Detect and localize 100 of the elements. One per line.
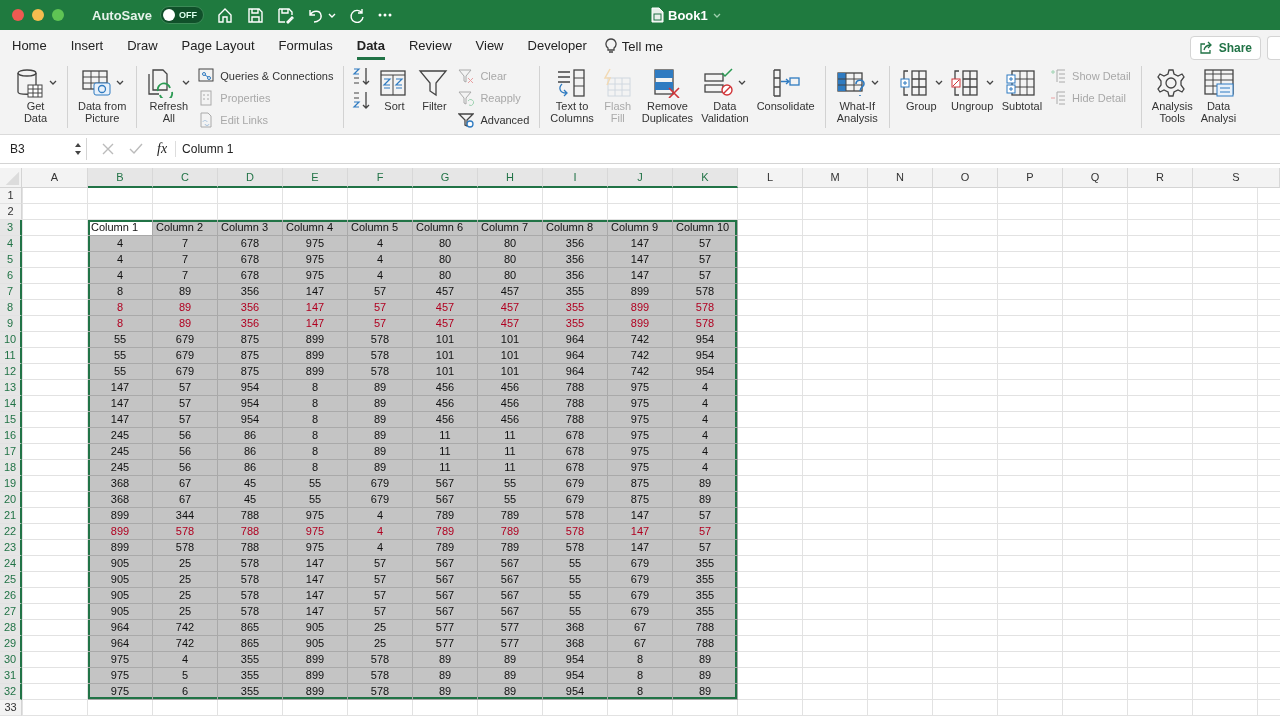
table-cell: 147 [283,572,348,588]
row-header[interactable]: 26 [0,588,22,604]
row-header[interactable]: 7 [0,284,22,300]
row-header[interactable]: 19 [0,476,22,492]
subtotal-button[interactable]: Subtotal [999,66,1045,112]
redo-icon [347,6,366,24]
column-header[interactable]: Q [1063,168,1128,188]
column-header[interactable]: G [413,168,478,188]
row-header[interactable]: 15 [0,412,22,428]
sort-button[interactable]: Sort [376,66,413,112]
column-header[interactable]: M [803,168,868,188]
ribbon-tab[interactable]: Draw [127,32,158,60]
column-header[interactable]: R [1128,168,1193,188]
column-header[interactable]: L [738,168,803,188]
table-cell: 8 [283,380,348,396]
column-header[interactable]: I [543,168,608,188]
column-header[interactable]: J [608,168,673,188]
table-cell: 67 [153,476,218,492]
ribbon-tab[interactable]: Insert [70,32,104,60]
minimize-button[interactable] [32,9,44,21]
group-button[interactable]: Group [897,66,945,112]
data-validation-button[interactable]: Data Validation [699,66,751,124]
column-header[interactable]: K [673,168,738,188]
insert-function-button[interactable]: fx [157,141,177,157]
autosave-toggle[interactable]: OFF [159,6,204,24]
zoom-button[interactable] [52,9,64,21]
ribbon-tab[interactable]: Developer [527,32,587,60]
refresh-button[interactable]: Refresh All [145,66,193,124]
consolidate-button[interactable]: Consolidate [754,66,817,112]
text-to-columns-button[interactable]: Text to Columns [548,66,596,124]
row-header[interactable]: 9 [0,316,22,332]
ribbon-tab[interactable]: Formulas [278,32,333,60]
row-header[interactable]: 5 [0,252,22,268]
close-button[interactable] [12,9,24,21]
row-header[interactable]: 18 [0,460,22,476]
row-header[interactable]: 32 [0,684,22,700]
ribbon-tab[interactable]: Page Layout [181,32,255,60]
advanced-filter-button[interactable]: Advanced [456,110,532,130]
row-header[interactable]: 20 [0,492,22,508]
data-analysis-button[interactable]: Data Analysi [1198,66,1239,124]
row-header[interactable]: 2 [0,204,22,220]
ribbon-tab[interactable]: Review [408,32,452,60]
row-header[interactable]: 14 [0,396,22,412]
row-header[interactable]: 13 [0,380,22,396]
table-cell: 679 [153,348,218,364]
column-header[interactable]: F [348,168,413,188]
column-header[interactable]: O [933,168,998,188]
column-header[interactable]: H [478,168,543,188]
row-header[interactable]: 27 [0,604,22,620]
connections-button[interactable]: Queries & Connections [196,66,336,86]
row-header[interactable]: 11 [0,348,22,364]
remove-duplicates-button[interactable]: Remove Duplicates [639,66,696,124]
row-header[interactable]: 1 [0,188,22,204]
table-cell: 55 [88,348,153,364]
row-header[interactable]: 12 [0,364,22,380]
settings-button[interactable]: Analysis Tools [1149,66,1195,124]
column-header[interactable]: B [88,168,153,188]
row-header[interactable]: 17 [0,444,22,460]
table-cell: 57 [673,268,738,284]
column-header[interactable]: A [22,168,88,188]
row-header[interactable]: 10 [0,332,22,348]
table-cell: 89 [413,652,478,668]
filter-button[interactable]: Filter [416,66,453,112]
row-header[interactable]: 4 [0,236,22,252]
table-cell: 356 [218,316,283,332]
share-button[interactable]: Share [1189,36,1261,60]
table-cell: 355 [543,316,608,332]
column-header[interactable]: S [1193,168,1280,188]
formula-field[interactable]: Column 1 [182,142,1280,156]
name-box[interactable]: B3 [4,138,87,160]
header-cell: Column 7 [478,220,543,236]
picture-table-button[interactable]: Data from Picture [76,66,129,124]
column-header[interactable]: E [283,168,348,188]
row-header[interactable]: 24 [0,556,22,572]
row-header[interactable]: 30 [0,652,22,668]
row-header[interactable]: 31 [0,668,22,684]
column-header[interactable]: C [153,168,218,188]
ungroup-button[interactable]: Ungroup [948,66,996,112]
row-header[interactable]: 29 [0,636,22,652]
table-cell: 788 [543,380,608,396]
row-header[interactable]: 33 [0,700,22,716]
row-header[interactable]: 25 [0,572,22,588]
row-header[interactable]: 3 [0,220,22,236]
row-header[interactable]: 21 [0,508,22,524]
row-header[interactable]: 8 [0,300,22,316]
database-button[interactable]: Get Data [12,66,59,124]
row-header[interactable]: 22 [0,524,22,540]
tell-me-search[interactable]: Tell me [621,38,663,54]
row-header[interactable]: 23 [0,540,22,556]
ribbon-tab[interactable]: Home [12,32,47,60]
row-header[interactable]: 16 [0,428,22,444]
column-header[interactable]: D [218,168,283,188]
header-cell: Column 2 [153,220,218,236]
table-cell: 355 [543,300,608,316]
row-header[interactable]: 28 [0,620,22,636]
column-header[interactable]: N [868,168,933,188]
ribbon-tab[interactable]: View [475,32,504,60]
row-header[interactable]: 6 [0,268,22,284]
column-header[interactable]: P [998,168,1063,188]
what-if-button[interactable]: What-If Analysis [833,66,881,124]
